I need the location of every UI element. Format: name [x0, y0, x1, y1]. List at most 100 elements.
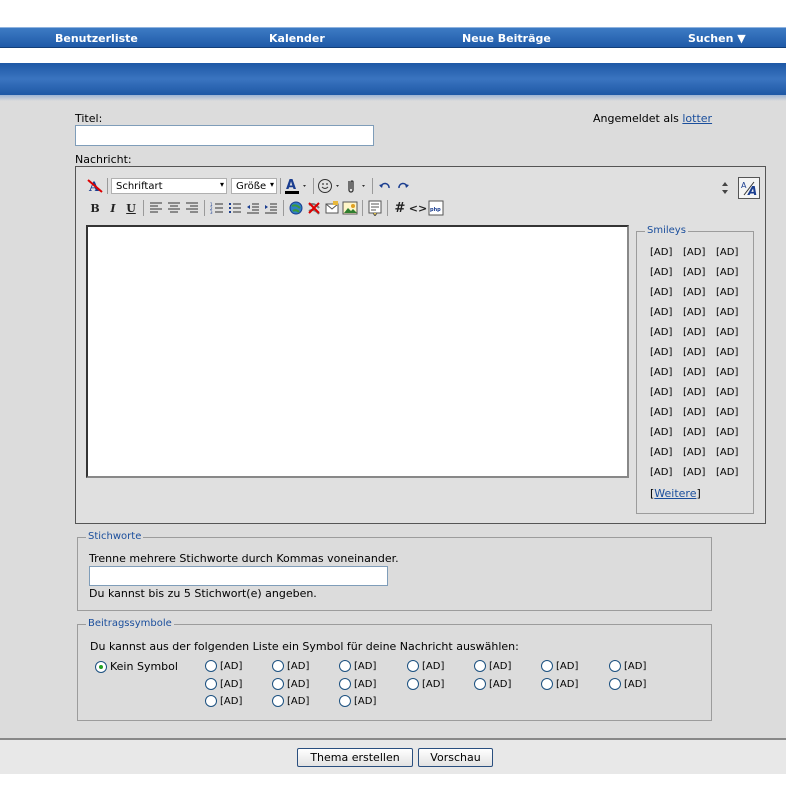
smiley-item[interactable]: [AD] — [716, 347, 749, 360]
post-icon-option[interactable]: [AD] — [339, 678, 376, 690]
smiley-item[interactable]: [AD] — [683, 247, 716, 260]
hash-icon[interactable]: # — [391, 199, 409, 217]
smiley-item[interactable]: [AD] — [683, 447, 716, 460]
bold-icon[interactable]: B — [86, 199, 104, 217]
post-icon-option[interactable]: [AD] — [272, 660, 309, 672]
radio-icon[interactable] — [407, 678, 419, 690]
smiley-item[interactable]: [AD] — [716, 467, 749, 480]
post-icon-option[interactable]: [AD] — [205, 678, 242, 690]
smiley-item[interactable]: [AD] — [716, 387, 749, 400]
align-left-icon[interactable] — [147, 199, 165, 217]
remove-format-icon[interactable]: A — [86, 177, 104, 195]
radio-icon[interactable] — [339, 695, 351, 707]
insert-email-icon[interactable] — [323, 199, 341, 217]
smiley-item[interactable]: [AD] — [716, 367, 749, 380]
radio-icon[interactable] — [339, 660, 351, 672]
radio-icon[interactable] — [609, 660, 621, 672]
radio-icon[interactable] — [272, 678, 284, 690]
post-icon-option[interactable]: [AD] — [474, 660, 511, 672]
smiley-item[interactable]: [AD] — [683, 307, 716, 320]
outdent-icon[interactable] — [244, 199, 262, 217]
smiley-item[interactable]: [AD] — [650, 407, 683, 420]
smiley-item[interactable]: [AD] — [683, 267, 716, 280]
smiley-item[interactable]: [AD] — [650, 427, 683, 440]
unordered-list-icon[interactable] — [226, 199, 244, 217]
code-icon[interactable]: <> — [409, 199, 427, 217]
smiley-item[interactable]: [AD] — [650, 307, 683, 320]
post-icon-option[interactable]: [AD] — [407, 660, 444, 672]
insert-image-icon[interactable] — [341, 199, 359, 217]
radio-icon[interactable] — [205, 678, 217, 690]
smiley-item[interactable]: [AD] — [683, 347, 716, 360]
post-icon-option[interactable]: [AD] — [205, 660, 242, 672]
smiley-item[interactable]: [AD] — [716, 327, 749, 340]
post-icon-option[interactable]: [AD] — [205, 695, 242, 707]
smiley-item[interactable]: [AD] — [716, 287, 749, 300]
smiley-item[interactable]: [AD] — [716, 407, 749, 420]
post-icon-option[interactable]: [AD] — [541, 660, 578, 672]
smiley-item[interactable]: [AD] — [683, 407, 716, 420]
underline-icon[interactable]: U — [122, 199, 140, 217]
radio-icon[interactable] — [541, 660, 553, 672]
smiley-item[interactable]: [AD] — [650, 447, 683, 460]
smiley-item[interactable]: [AD] — [716, 447, 749, 460]
radio-icon[interactable] — [339, 678, 351, 690]
smiley-icon[interactable] — [317, 177, 343, 195]
post-icon-option[interactable]: [AD] — [339, 660, 376, 672]
align-right-icon[interactable] — [183, 199, 201, 217]
post-icon-option[interactable]: [AD] — [407, 678, 444, 690]
italic-icon[interactable]: I — [104, 199, 122, 217]
nav-benutzerliste[interactable]: Benutzerliste — [55, 32, 138, 45]
post-icon-option[interactable]: [AD] — [272, 678, 309, 690]
radio-icon[interactable] — [205, 695, 217, 707]
tags-input[interactable] — [89, 566, 388, 586]
radio-icon[interactable] — [205, 660, 217, 672]
radio-icon[interactable] — [474, 660, 486, 672]
smiley-item[interactable]: [AD] — [650, 247, 683, 260]
smiley-item[interactable]: [AD] — [683, 467, 716, 480]
smiley-item[interactable]: [AD] — [683, 287, 716, 300]
post-icon-option[interactable]: [AD] — [474, 678, 511, 690]
smiley-item[interactable]: [AD] — [650, 287, 683, 300]
insert-link-icon[interactable] — [287, 199, 305, 217]
smiley-item[interactable]: [AD] — [716, 307, 749, 320]
switch-editor-mode-icon[interactable]: AA — [738, 177, 760, 199]
username-link[interactable]: lotter — [682, 112, 712, 125]
smiley-item[interactable]: [AD] — [650, 467, 683, 480]
align-center-icon[interactable] — [165, 199, 183, 217]
post-icon-option[interactable]: [AD] — [609, 660, 646, 672]
smiley-item[interactable]: [AD] — [650, 387, 683, 400]
post-icon-option[interactable]: [AD] — [272, 695, 309, 707]
php-icon[interactable]: php — [427, 199, 445, 217]
create-thread-button[interactable]: Thema erstellen — [297, 748, 413, 767]
radio-icon[interactable] — [272, 695, 284, 707]
more-smileys-link[interactable]: Weitere — [654, 487, 696, 500]
font-select[interactable]: Schriftart ▾ — [111, 178, 227, 194]
attachment-icon[interactable] — [343, 177, 369, 195]
size-select[interactable]: Größe ▾ — [231, 178, 277, 194]
nav-neue-beitraege[interactable]: Neue Beiträge — [462, 32, 551, 45]
quote-icon[interactable] — [366, 199, 384, 217]
radio-icon[interactable] — [272, 660, 284, 672]
remove-link-icon[interactable] — [305, 199, 323, 217]
resize-icon[interactable] — [716, 179, 734, 197]
undo-icon[interactable] — [376, 177, 394, 195]
smiley-item[interactable]: [AD] — [650, 267, 683, 280]
radio-icon[interactable] — [609, 678, 621, 690]
smiley-item[interactable]: [AD] — [716, 267, 749, 280]
text-color-icon[interactable]: A — [284, 177, 310, 195]
post-icon-option[interactable]: [AD] — [541, 678, 578, 690]
smiley-item[interactable]: [AD] — [683, 367, 716, 380]
preview-button[interactable]: Vorschau — [418, 748, 493, 767]
smiley-item[interactable]: [AD] — [650, 367, 683, 380]
post-icon-option[interactable]: [AD] — [339, 695, 376, 707]
title-input[interactable] — [75, 125, 374, 146]
radio-icon[interactable] — [407, 660, 419, 672]
post-icon-option[interactable]: [AD] — [609, 678, 646, 690]
message-textarea[interactable] — [86, 225, 629, 478]
indent-icon[interactable] — [262, 199, 280, 217]
smiley-item[interactable]: [AD] — [716, 427, 749, 440]
smiley-item[interactable]: [AD] — [650, 347, 683, 360]
nav-kalender[interactable]: Kalender — [269, 32, 325, 45]
smiley-item[interactable]: [AD] — [683, 427, 716, 440]
